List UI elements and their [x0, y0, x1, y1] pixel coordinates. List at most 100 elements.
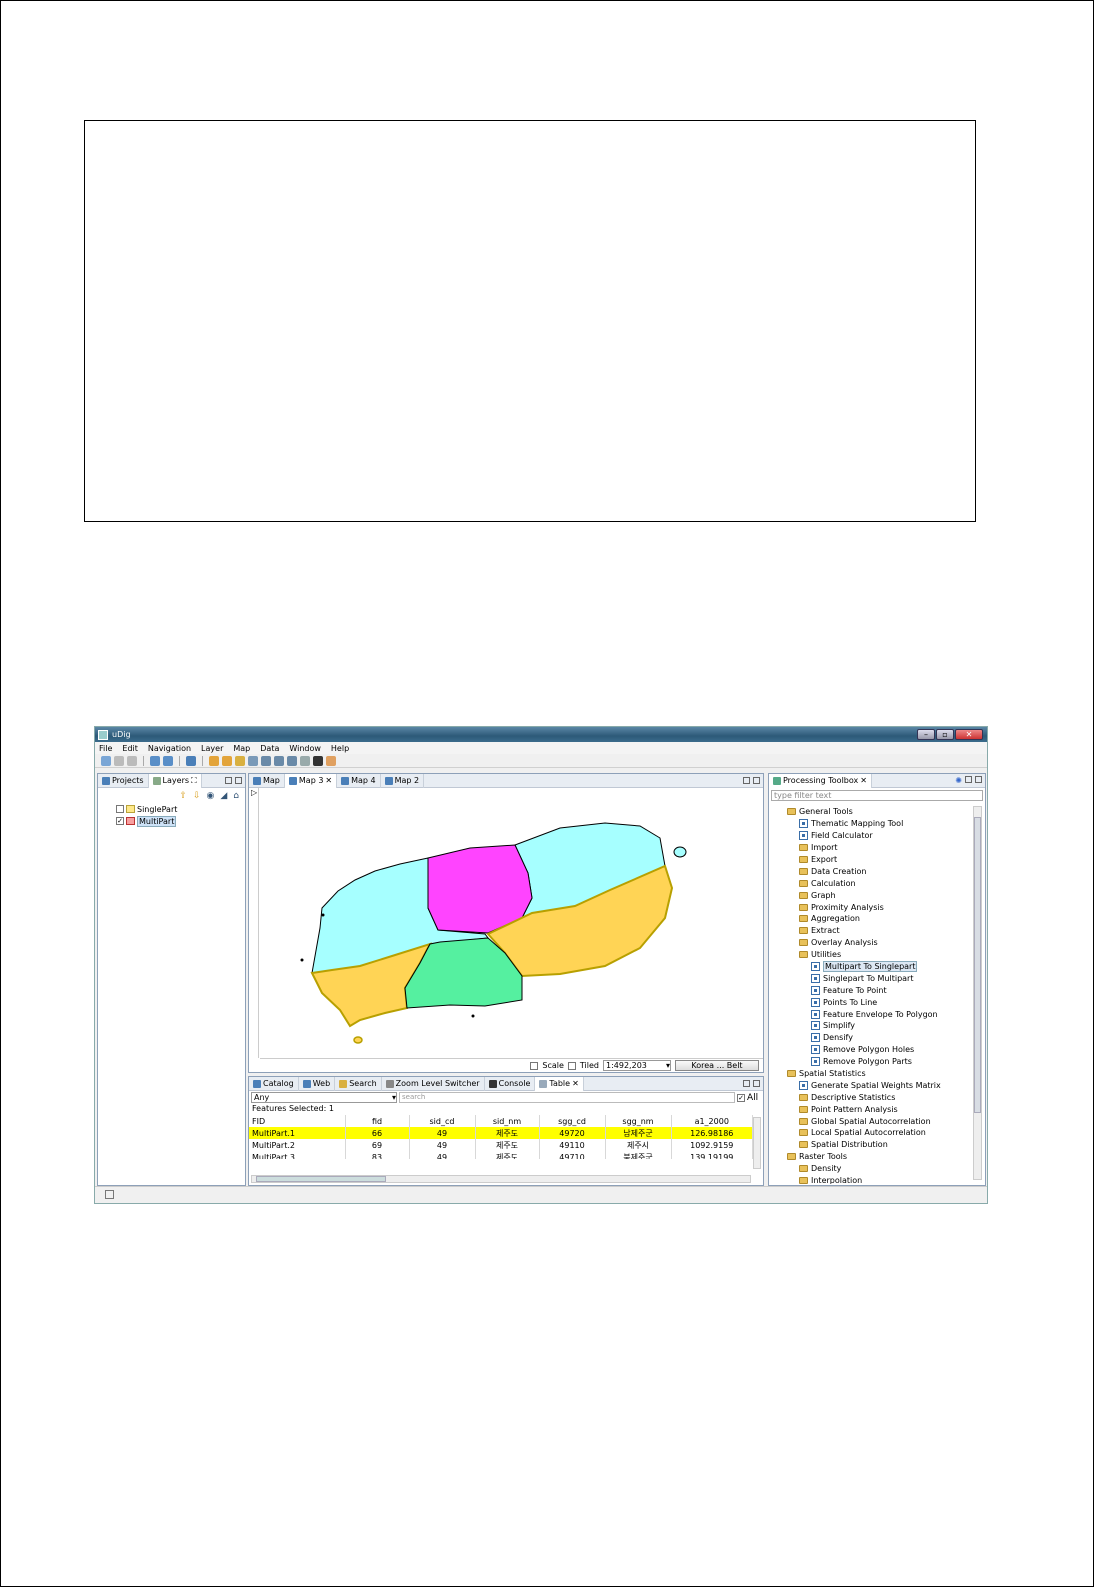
edit-icon[interactable] — [326, 755, 336, 766]
new-icon[interactable] — [101, 755, 111, 766]
jeju-map[interactable] — [260, 788, 763, 1058]
menu-help[interactable]: Help — [331, 744, 349, 753]
column-header[interactable]: sgg_nm — [605, 1115, 672, 1127]
tab-table[interactable]: Table ✕ — [535, 1076, 584, 1091]
info-icon[interactable] — [313, 755, 323, 766]
toolbox-folder[interactable]: Calculation — [787, 877, 971, 889]
toolbox-tool[interactable]: Remove Polygon Parts — [787, 1056, 971, 1068]
scale-combo[interactable]: 1:492,203 ▾ — [603, 1060, 671, 1071]
toolbox-folder[interactable]: Graph — [787, 889, 971, 901]
toolbox-tool[interactable]: Feature To Point — [787, 984, 971, 996]
toolbox-tool[interactable]: Generate Spatial Weights Matrix — [787, 1079, 971, 1091]
pan-icon[interactable] — [235, 755, 245, 766]
toolbox-tool[interactable]: Feature Envelope To Polygon — [787, 1008, 971, 1020]
toolbox-tool[interactable]: Points To Line — [787, 996, 971, 1008]
toolbox-folder[interactable]: Proximity Analysis — [787, 901, 971, 913]
toolbox-tool[interactable]: Densify — [787, 1032, 971, 1044]
style-icon[interactable]: ◢ — [220, 791, 227, 801]
zoom-in-icon[interactable] — [274, 755, 284, 766]
toolbox-folder[interactable]: Descriptive Statistics — [787, 1091, 971, 1103]
save-icon[interactable] — [114, 755, 124, 766]
tab-catalog[interactable]: Catalog — [249, 1076, 299, 1091]
toolbox-folder[interactable]: Local Spatial Autocorrelation — [787, 1127, 971, 1139]
table-row[interactable]: MultiPart.2 69 49 제주도 49110 제주시 1092.915… — [249, 1139, 753, 1151]
minimize-icon[interactable] — [743, 777, 750, 784]
tab-map-4[interactable]: Map 4 — [337, 773, 381, 788]
menu-window[interactable]: Window — [289, 744, 321, 753]
table-vertical-scrollbar[interactable] — [753, 1117, 761, 1169]
restore-button[interactable]: ▫ — [936, 729, 954, 740]
toolbox-folder[interactable]: Import — [787, 842, 971, 854]
tab-map-3[interactable]: Map 3 ✕ — [284, 773, 338, 788]
menu-data[interactable]: Data — [260, 744, 279, 753]
zoom-tool-icon[interactable] — [248, 755, 258, 766]
minimize-icon[interactable] — [225, 777, 232, 784]
tab-projects[interactable]: Projects — [98, 773, 149, 788]
zoom-extent-icon[interactable] — [261, 755, 271, 766]
gear-icon[interactable]: ✺ — [955, 776, 962, 785]
close-button[interactable]: ✕ — [955, 729, 983, 740]
layer-item[interactable]: ✓ MultiPart — [116, 815, 245, 827]
menu-file[interactable]: File — [99, 744, 112, 753]
forward-icon[interactable] — [222, 755, 232, 766]
toolbox-folder[interactable]: Utilities — [787, 949, 971, 961]
toolbox-folder[interactable]: Export — [787, 854, 971, 866]
layer-properties-icon[interactable]: ⌂ — [233, 791, 239, 801]
maximize-icon[interactable] — [975, 776, 982, 783]
toolbox-folder[interactable]: Overlay Analysis — [787, 937, 971, 949]
scale-checkbox[interactable] — [530, 1061, 539, 1070]
back-icon[interactable] — [209, 755, 219, 766]
map-canvas[interactable] — [260, 788, 763, 1058]
minimize-button[interactable]: – — [917, 729, 935, 740]
table-horizontal-scrollbar[interactable] — [251, 1175, 751, 1183]
toolbox-scrollbar[interactable] — [973, 806, 982, 1180]
fast-view-icon[interactable] — [105, 1190, 114, 1199]
toolbox-tool[interactable]: Remove Polygon Holes — [787, 1044, 971, 1056]
toolbox-folder[interactable]: Extract — [787, 925, 971, 937]
maximize-icon[interactable] — [753, 777, 760, 784]
minimize-icon[interactable] — [743, 1080, 750, 1087]
palette-toggle-icon[interactable]: ▷ — [249, 788, 259, 1058]
toolbox-tool[interactable]: Multipart To Singlepart — [787, 961, 971, 973]
column-header[interactable]: sgg_cd — [539, 1115, 606, 1127]
toolbox-tool[interactable]: Field Calculator — [787, 830, 971, 842]
toolbox-folder[interactable]: Density — [787, 1163, 971, 1175]
new-page-icon[interactable] — [163, 755, 173, 766]
scroll-thumb[interactable] — [256, 1176, 386, 1182]
search-input[interactable]: search — [399, 1092, 735, 1103]
toolbox-folder[interactable]: Global Spatial Autocorrelation — [787, 1115, 971, 1127]
maximize-icon[interactable] — [235, 777, 242, 784]
column-header[interactable]: fid — [345, 1115, 410, 1127]
filter-select[interactable]: Any ▾ — [251, 1092, 397, 1103]
menu-edit[interactable]: Edit — [122, 744, 138, 753]
minimize-icon[interactable] — [965, 776, 972, 783]
new-map-icon[interactable] — [150, 755, 160, 766]
print-icon[interactable] — [186, 755, 196, 766]
tab-map[interactable]: Map — [249, 773, 285, 788]
tab-processing-toolbox[interactable]: Processing Toolbox ✕ — [769, 773, 872, 788]
column-header[interactable]: sid_cd — [409, 1115, 476, 1127]
menu-layer[interactable]: Layer — [201, 744, 223, 753]
column-header[interactable]: sid_nm — [475, 1115, 540, 1127]
table-row[interactable]: MultiPart.1 66 49 제주도 49720 남제주군 126.981… — [249, 1127, 753, 1139]
toolbox-folder[interactable]: General Tools — [787, 806, 971, 818]
toolbox-folder[interactable]: Spatial Statistics — [787, 1068, 971, 1080]
tab-zoom-level-switcher[interactable]: Zoom Level Switcher — [382, 1076, 485, 1091]
move-up-icon[interactable]: ⇧ — [179, 791, 187, 801]
toolbox-folder[interactable]: Raster Tools — [787, 1151, 971, 1163]
layer-item[interactable]: SinglePart — [116, 803, 245, 815]
toolbox-tool[interactable]: Simplify — [787, 1020, 971, 1032]
tab-layers[interactable]: Layers ⛶ — [148, 773, 202, 788]
column-header[interactable]: FID — [249, 1115, 346, 1127]
toolbox-tool[interactable]: Singlepart To Multipart — [787, 972, 971, 984]
menu-navigation[interactable]: Navigation — [148, 744, 191, 753]
layer-checkbox[interactable] — [116, 805, 124, 813]
tab-search[interactable]: Search — [335, 1076, 382, 1091]
select-icon[interactable] — [300, 755, 310, 766]
move-down-icon[interactable]: ⇩ — [193, 791, 201, 801]
toolbox-folder[interactable]: Data Creation — [787, 865, 971, 877]
tiled-checkbox[interactable] — [567, 1061, 576, 1070]
show-all-icon[interactable]: ◉ — [207, 791, 215, 801]
zoom-out-icon[interactable] — [287, 755, 297, 766]
tab-web[interactable]: Web — [299, 1076, 336, 1091]
